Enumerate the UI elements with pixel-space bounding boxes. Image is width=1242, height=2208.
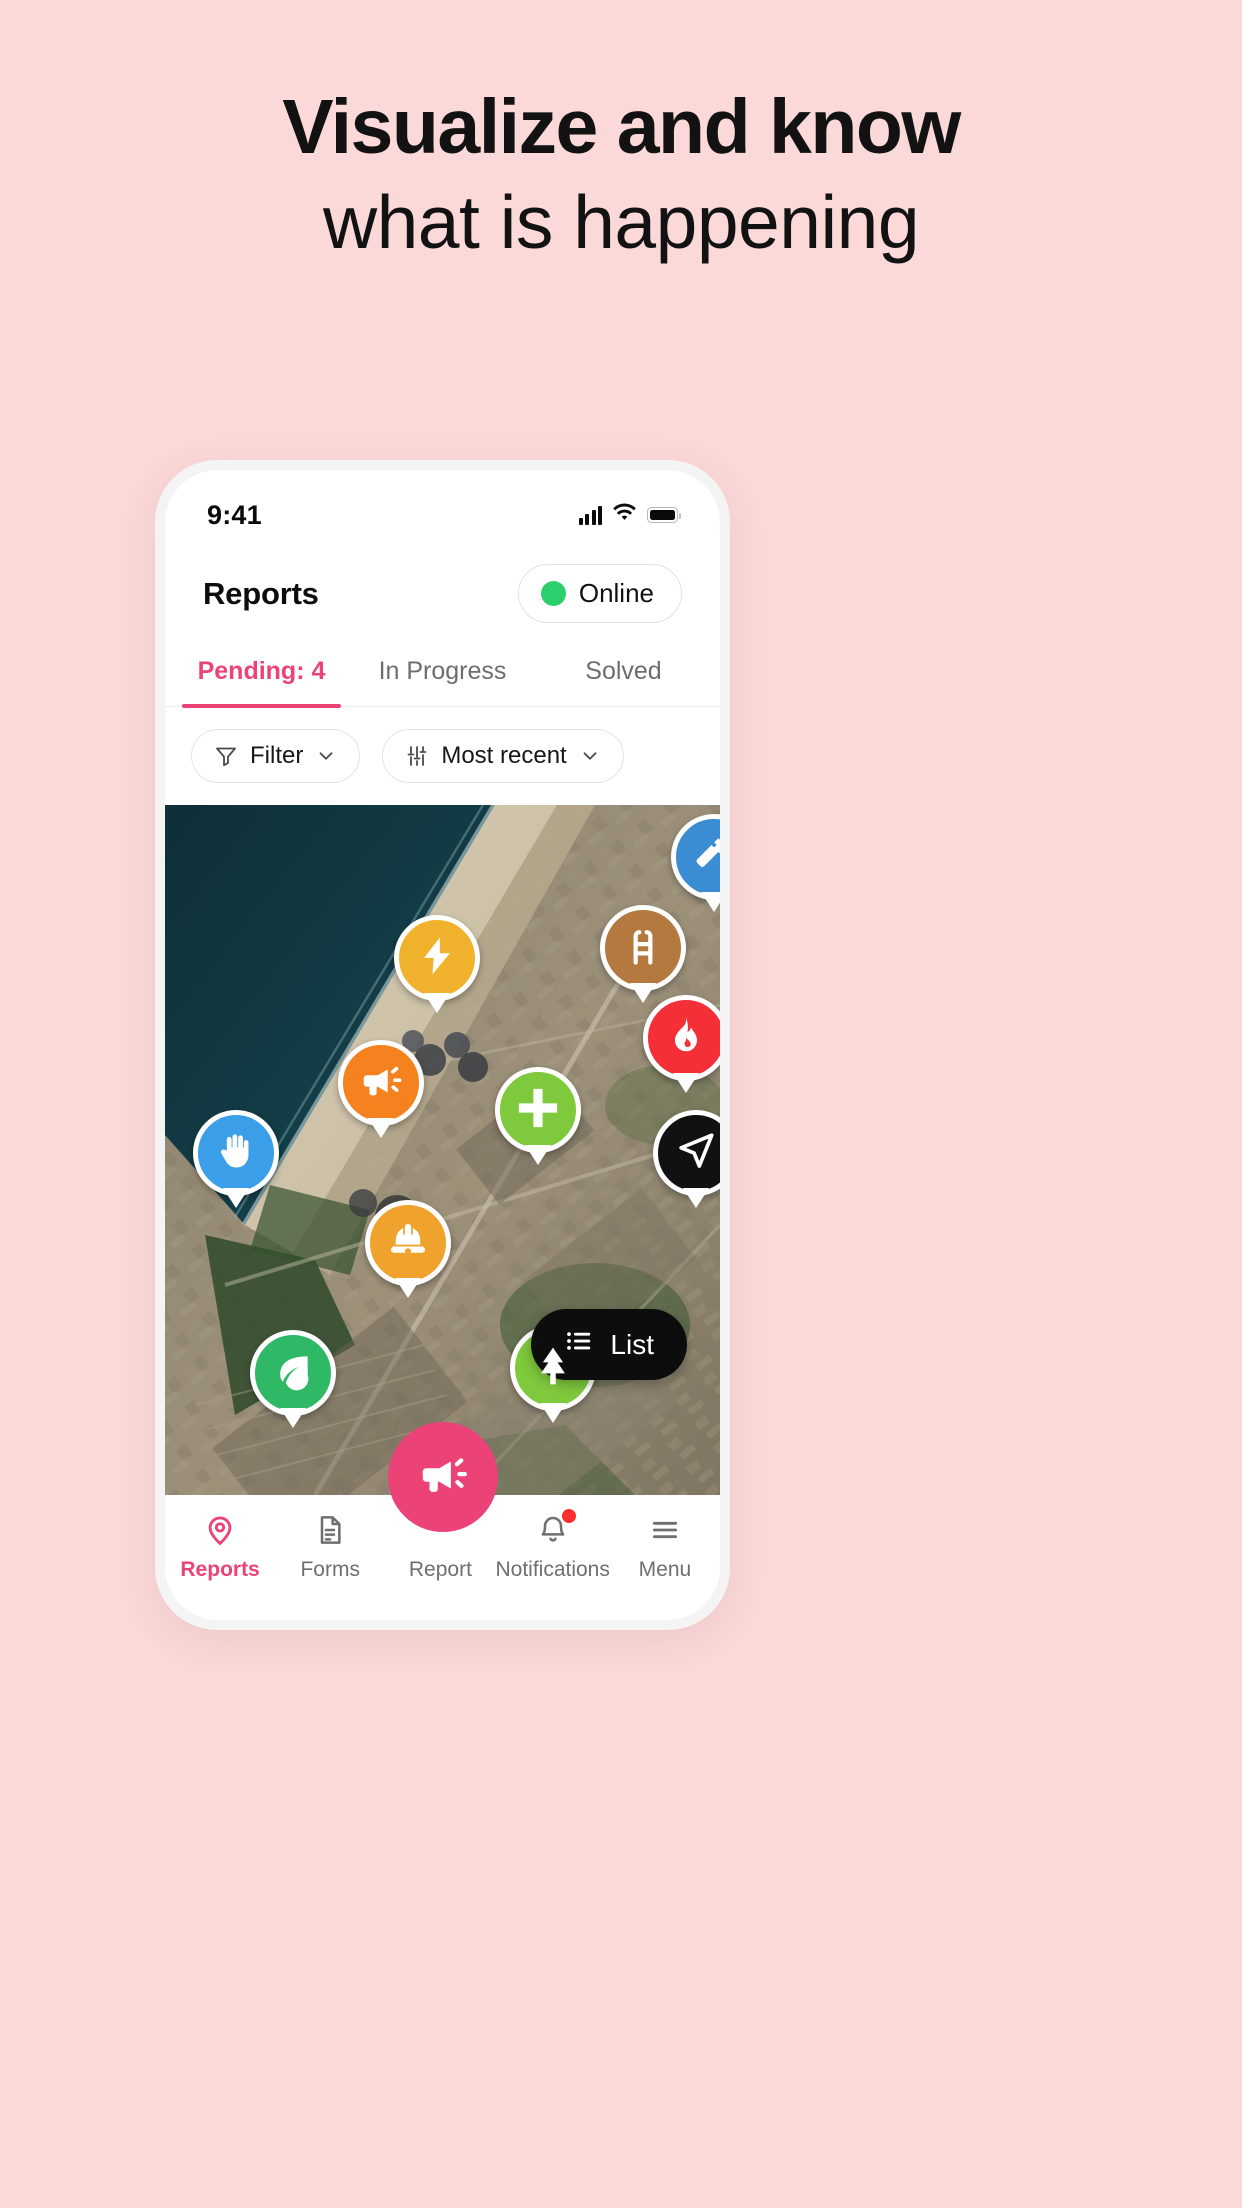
megaphone-icon (358, 1058, 404, 1109)
app-header: Reports Online (165, 542, 720, 643)
map-view[interactable]: List (165, 805, 720, 1495)
pin-medical[interactable] (495, 1067, 581, 1153)
pin-stop[interactable] (193, 1110, 279, 1196)
pin-safety[interactable] (365, 1200, 451, 1286)
bell-icon (537, 1509, 576, 1549)
nav-label-menu: Menu (638, 1558, 692, 1581)
flame-icon (664, 1014, 708, 1063)
nav-item-notifications[interactable]: Notifications (495, 1509, 610, 1582)
sliders-icon (405, 744, 429, 768)
sort-button[interactable]: Most recent (382, 729, 624, 783)
ladder-icon (621, 924, 665, 973)
status-tabs: Pending: 4 In Progress Solved (165, 643, 720, 708)
cellular-signal-icon (578, 505, 602, 525)
pin-scaffolding[interactable] (600, 905, 686, 991)
tab-pending[interactable]: Pending: 4 (171, 643, 352, 708)
nav-label-report: Report (408, 1558, 472, 1581)
map-pin-icon (203, 1511, 237, 1549)
pin-env-lower[interactable] (250, 1330, 336, 1416)
phone-mockup: 9:41 Reports Online Pending: 4 In Progre… (155, 460, 730, 1630)
chevron-down-icon (315, 745, 337, 767)
chevron-down-icon (579, 745, 601, 767)
pin-electrical[interactable] (394, 915, 480, 1001)
status-bar: 9:41 (165, 470, 720, 542)
bolt-icon (415, 934, 459, 983)
navigation-icon (675, 1130, 717, 1177)
nav-item-forms[interactable]: Forms (275, 1511, 385, 1582)
page-title: Reports (203, 575, 319, 611)
headline-line-1: Visualize and know (282, 84, 961, 170)
hand-stop-icon (214, 1129, 258, 1178)
tree-icon (531, 1344, 575, 1393)
hammer-icon (691, 832, 720, 883)
tab-solved[interactable]: Solved (533, 643, 714, 706)
medical-plus-icon (515, 1085, 561, 1136)
filter-button[interactable]: Filter (191, 729, 361, 783)
nav-label-reports: Reports (180, 1558, 260, 1581)
headline-line-2: what is happening (322, 180, 920, 265)
leaf-icon (271, 1349, 315, 1398)
promo-page: Visualize and know what is happening 9:4… (0, 0, 1242, 2208)
document-icon (314, 1511, 346, 1549)
online-status-badge[interactable]: Online (517, 564, 682, 623)
battery-full-icon (647, 507, 681, 523)
online-status-dot (540, 581, 566, 606)
pin-fire[interactable] (643, 995, 720, 1081)
wifi-icon (611, 503, 638, 528)
nav-item-menu[interactable]: Menu (610, 1511, 720, 1582)
sort-label: Most recent (441, 742, 567, 769)
megaphone-icon (416, 1448, 470, 1507)
status-bar-icons (578, 503, 681, 528)
filter-label: Filter (250, 742, 304, 769)
funnel-icon (214, 744, 238, 768)
list-button-label: List (610, 1328, 654, 1360)
filter-toolbar: Filter Most recent (165, 707, 720, 805)
hard-hat-icon (385, 1218, 431, 1269)
tab-in-progress[interactable]: In Progress (352, 643, 533, 706)
notification-badge (561, 1509, 576, 1523)
hamburger-icon (649, 1511, 681, 1549)
pin-announcement[interactable] (338, 1040, 424, 1126)
nav-label-forms: Forms (300, 1558, 360, 1581)
promo-headline: Visualize and know what is happening (0, 84, 1242, 269)
status-bar-time: 9:41 (207, 499, 262, 530)
nav-item-reports[interactable]: Reports (165, 1511, 275, 1582)
report-fab-button[interactable] (387, 1422, 498, 1532)
online-status-label: Online (578, 578, 654, 608)
nav-label-notifications: Notifications (495, 1558, 610, 1581)
phone-screen: 9:41 Reports Online Pending: 4 In Progre… (165, 470, 720, 1620)
